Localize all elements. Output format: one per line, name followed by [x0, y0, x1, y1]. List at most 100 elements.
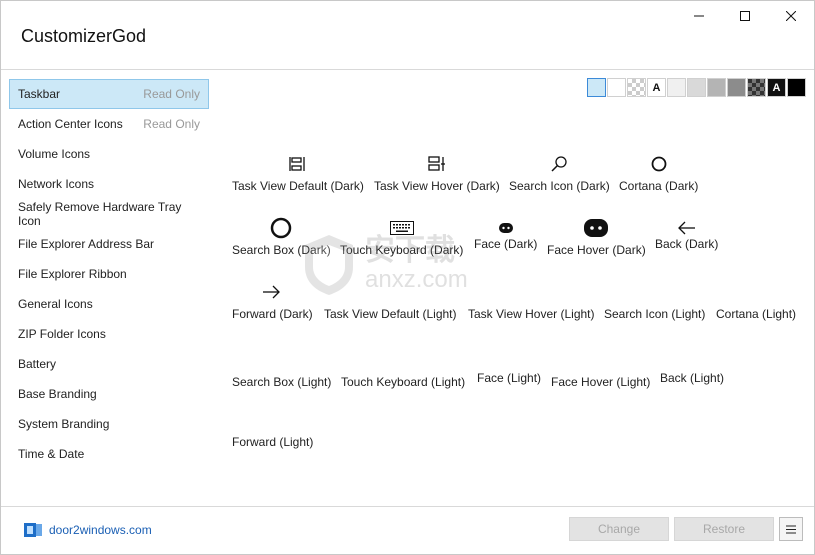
icon-forward-light[interactable]: Forward (Light): [232, 433, 313, 449]
sidebar-item-base-branding[interactable]: Base Branding: [9, 379, 209, 409]
icon-search-box-dark[interactable]: Search Box (Dark): [232, 215, 331, 257]
restore-button[interactable]: Restore: [674, 517, 774, 541]
sidebar-item-label: General Icons: [18, 297, 93, 311]
sidebar-item-label: File Explorer Address Bar: [18, 237, 155, 251]
icon-touch-keyboard-dark[interactable]: Touch Keyboard (Dark): [340, 215, 463, 257]
icon-face-dark[interactable]: Face (Dark): [474, 215, 537, 251]
swatch-letter: A: [772, 81, 781, 94]
icon-label: Task View Default (Dark): [232, 179, 364, 193]
icon-back-dark[interactable]: Back (Dark): [655, 215, 718, 251]
sidebar-item-volume-icons[interactable]: Volume Icons: [9, 139, 209, 169]
change-button[interactable]: Change: [569, 517, 669, 541]
swatch-gray-1[interactable]: [707, 78, 726, 97]
app-title: CustomizerGod: [21, 26, 147, 46]
swatch-light-gray-2[interactable]: [687, 78, 706, 97]
icon-label: Back (Dark): [655, 237, 719, 251]
swatch-white[interactable]: [607, 78, 626, 97]
watermark-sub-text: anxz.com: [365, 266, 468, 293]
icon-back-light[interactable]: Back (Light): [660, 369, 724, 385]
sidebar-item-file-explorer-ribbon[interactable]: File Explorer Ribbon: [9, 259, 209, 289]
sidebar-item-time-date[interactable]: Time & Date: [9, 439, 209, 469]
read-only-badge: Read Only: [143, 117, 200, 131]
sidebar-item-zip-folder-icons[interactable]: ZIP Folder Icons: [9, 319, 209, 349]
icon-face-hover-light[interactable]: Face Hover (Light): [551, 373, 650, 389]
icon-label: Touch Keyboard (Dark): [340, 243, 464, 257]
icon-forward-dark[interactable]: Forward (Dark): [232, 279, 313, 321]
icon-label: Task View Hover (Light): [468, 307, 595, 321]
icon-task-view-hover-dark[interactable]: Task View Hover (Dark): [374, 151, 500, 193]
icon-search-box-light[interactable]: Search Box (Light): [232, 373, 331, 389]
sidebar-item-label: File Explorer Ribbon: [18, 267, 127, 281]
sidebar-item-action-center-icons[interactable]: Action Center Icons Read Only: [9, 109, 209, 139]
keyboard-icon: [389, 221, 414, 235]
icon-task-view-hover-light[interactable]: Task View Hover (Light): [468, 305, 595, 321]
icon-label: Task View Hover (Dark): [374, 179, 500, 193]
sidebar-item-label: Base Branding: [18, 387, 97, 401]
icon-search-icon-dark[interactable]: Search Icon (Dark): [509, 151, 610, 193]
icon-face-light[interactable]: Face (Light): [477, 369, 541, 385]
sidebar-item-safely-remove-hardware[interactable]: Safely Remove Hardware Tray Icon: [9, 199, 209, 229]
icon-label: Back (Light): [660, 371, 725, 385]
swatch-black[interactable]: [787, 78, 806, 97]
cortana-icon: [651, 156, 667, 172]
icon-label: Face Hover (Light): [551, 375, 651, 389]
swatch-white-letter[interactable]: A: [647, 78, 666, 97]
sidebar-item-label: Network Icons: [18, 177, 95, 191]
sidebar-item-system-branding[interactable]: System Branding: [9, 409, 209, 439]
icon-cortana-dark[interactable]: Cortana (Dark): [619, 151, 698, 193]
swatch-light-blue[interactable]: [587, 78, 606, 97]
sidebar-item-battery[interactable]: Battery: [9, 349, 209, 379]
swatch-black-letter[interactable]: A: [767, 78, 786, 97]
menu-button[interactable]: [779, 517, 803, 541]
hamburger-icon: [786, 525, 796, 533]
icon-label: Cortana (Light): [716, 307, 797, 321]
sidebar-item-label: ZIP Folder Icons: [18, 327, 106, 341]
close-icon: [786, 11, 796, 21]
icon-label: Search Icon (Light): [604, 307, 706, 321]
brand-link[interactable]: door2windows.com: [23, 521, 152, 539]
close-button[interactable]: [768, 1, 814, 31]
sidebar-item-file-explorer-address-bar[interactable]: File Explorer Address Bar: [9, 229, 209, 259]
icon-label: Touch Keyboard (Light): [341, 375, 466, 389]
forward-arrow-icon: [263, 285, 280, 299]
back-arrow-icon: [677, 221, 695, 235]
swatch-letter: A: [652, 81, 661, 94]
task-view-icon: [289, 157, 305, 171]
icon-label: Task View Default (Light): [324, 307, 457, 321]
swatch-light-gray-1[interactable]: [667, 78, 686, 97]
sidebar-item-label: Safely Remove Hardware Tray Icon: [18, 200, 182, 228]
footer-bar: door2windows.com Change Restore: [1, 506, 814, 554]
icon-touch-keyboard-light[interactable]: Touch Keyboard (Light): [341, 373, 465, 389]
icon-task-view-default-light[interactable]: Task View Default (Light): [324, 305, 457, 321]
sidebar-item-network-icons[interactable]: Network Icons: [9, 169, 209, 199]
maximize-icon: [740, 11, 750, 21]
icon-cortana-light[interactable]: Cortana (Light): [716, 305, 796, 321]
sidebar-item-label: Taskbar: [18, 87, 61, 101]
sidebar-item-label: System Branding: [18, 417, 110, 431]
minimize-icon: [694, 15, 704, 17]
icon-face-hover-dark[interactable]: Face Hover (Dark): [547, 215, 646, 257]
background-swatches: AA: [587, 78, 806, 97]
icon-search-icon-light[interactable]: Search Icon (Light): [604, 305, 705, 321]
read-only-badge: Read Only: [143, 87, 200, 101]
swatch-dark-checker[interactable]: [747, 78, 766, 97]
icon-label: Face (Light): [477, 371, 542, 385]
task-view-hover-icon: [428, 156, 445, 171]
search-icon: [551, 156, 567, 172]
sidebar-item-taskbar[interactable]: Taskbar Read Only: [9, 79, 209, 109]
swatch-gray-2[interactable]: [727, 78, 746, 97]
swatch-checker[interactable]: [627, 78, 646, 97]
minimize-button[interactable]: [676, 1, 722, 31]
category-sidebar: Taskbar Read Only Action Center Icons Re…: [9, 79, 209, 469]
title-bar: CustomizerGod: [1, 1, 814, 70]
sidebar-item-general-icons[interactable]: General Icons: [9, 289, 209, 319]
maximize-button[interactable]: [722, 1, 768, 31]
face-hover-icon: [584, 219, 609, 237]
sidebar-item-label: Action Center Icons: [18, 117, 123, 131]
window-controls: [676, 1, 814, 31]
icon-label: Forward (Light): [232, 435, 314, 449]
door2windows-logo-icon: [24, 523, 42, 537]
icon-label: Face (Dark): [474, 237, 538, 251]
brand-text: door2windows.com: [49, 523, 152, 537]
icon-task-view-default-dark[interactable]: Task View Default (Dark): [232, 151, 364, 193]
